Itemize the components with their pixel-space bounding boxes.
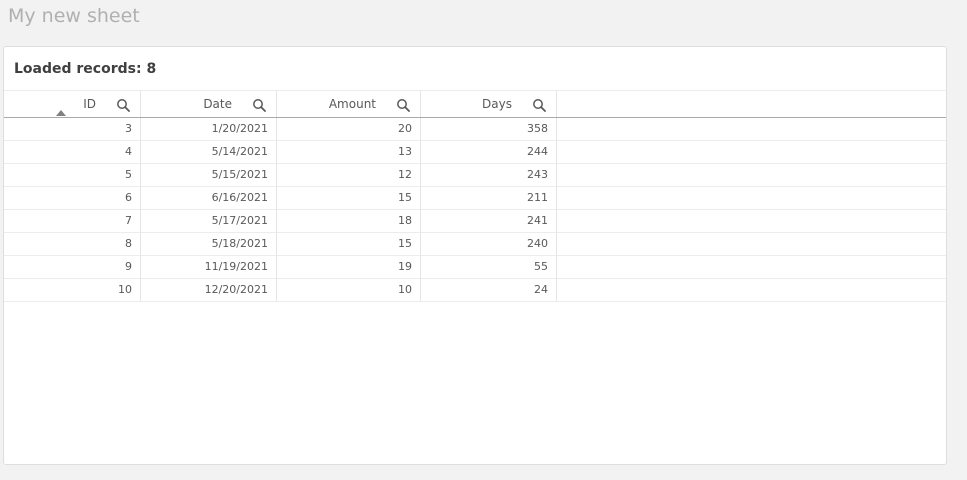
cell-value: 6/16/2021 [211,191,268,204]
sort-ascending-icon[interactable] [56,110,66,116]
search-icon[interactable] [396,98,410,112]
cell-value: 5/18/2021 [211,237,268,250]
cell-days: 24 [421,279,557,301]
cell-value: 1/20/2021 [211,122,268,135]
cell-value: 243 [527,168,548,181]
sheet-title: My new sheet [8,5,140,27]
cell-id: 6 [4,187,141,209]
cell-id: 3 [4,118,141,140]
column-header-date[interactable]: Date [141,91,277,117]
column-header-days[interactable]: Days [421,91,557,117]
cell-amount: 12 [277,164,421,186]
cell-value: 5 [125,168,132,181]
cell-amount: 15 [277,233,421,255]
cell-id: 4 [4,141,141,163]
cell-date: 5/14/2021 [141,141,277,163]
cell-value: 8 [125,237,132,250]
column-header-label: ID [83,97,96,111]
cell-value: 10 [118,283,132,296]
cell-days: 244 [421,141,557,163]
cell-value: 358 [527,122,548,135]
cell-date: 12/20/2021 [141,279,277,301]
cell-amount: 20 [277,118,421,140]
column-header-label: Days [482,97,512,111]
search-icon[interactable] [532,98,546,112]
cell-id: 5 [4,164,141,186]
table-row[interactable]: 8 5/18/2021 15 240 [4,233,946,256]
data-table: ID Date Amount Days 3 1/20/2021 20 358 4… [4,90,946,302]
cell-days: 358 [421,118,557,140]
table-card[interactable]: Loaded records: 8 ID Date Amount Days 3 … [3,46,947,465]
cell-days: 211 [421,187,557,209]
cell-days: 55 [421,256,557,278]
cell-value: 20 [398,122,412,135]
table-row[interactable]: 6 6/16/2021 15 211 [4,187,946,210]
cell-amount: 10 [277,279,421,301]
cell-days: 241 [421,210,557,232]
cell-value: 7 [125,214,132,227]
cell-date: 6/16/2021 [141,187,277,209]
cell-id: 8 [4,233,141,255]
cell-value: 24 [534,283,548,296]
cell-value: 9 [125,260,132,273]
column-header-id[interactable]: ID [4,91,141,117]
cell-amount: 13 [277,141,421,163]
column-header-label: Amount [328,97,376,111]
cell-value: 6 [125,191,132,204]
cell-value: 55 [534,260,548,273]
cell-date: 11/19/2021 [141,256,277,278]
cell-value: 13 [398,145,412,158]
cell-id: 9 [4,256,141,278]
cell-date: 5/18/2021 [141,233,277,255]
table-row[interactable]: 5 5/15/2021 12 243 [4,164,946,187]
cell-amount: 18 [277,210,421,232]
cell-value: 240 [527,237,548,250]
cell-date: 5/15/2021 [141,164,277,186]
cell-date: 1/20/2021 [141,118,277,140]
cell-value: 244 [527,145,548,158]
cell-value: 3 [125,122,132,135]
cell-value: 241 [527,214,548,227]
cell-value: 10 [398,283,412,296]
cell-amount: 19 [277,256,421,278]
cell-value: 4 [125,145,132,158]
cell-id: 10 [4,279,141,301]
cell-days: 240 [421,233,557,255]
cell-value: 15 [398,237,412,250]
cell-value: 5/14/2021 [211,145,268,158]
table-row[interactable]: 4 5/14/2021 13 244 [4,141,946,164]
card-title: Loaded records: 8 [14,61,157,77]
table-row[interactable]: 7 5/17/2021 18 241 [4,210,946,233]
table-row[interactable]: 10 12/20/2021 10 24 [4,279,946,302]
column-header-amount[interactable]: Amount [277,91,421,117]
cell-value: 12/20/2021 [204,283,268,296]
cell-value: 12 [398,168,412,181]
column-header-label: Date [203,97,232,111]
cell-amount: 15 [277,187,421,209]
search-icon[interactable] [252,98,266,112]
cell-value: 18 [398,214,412,227]
cell-value: 11/19/2021 [204,260,268,273]
cell-value: 211 [527,191,548,204]
cell-value: 19 [398,260,412,273]
table-header: ID Date Amount Days [4,90,946,118]
cell-days: 243 [421,164,557,186]
table-row[interactable]: 9 11/19/2021 19 55 [4,256,946,279]
cell-id: 7 [4,210,141,232]
cell-value: 5/17/2021 [211,214,268,227]
cell-value: 5/15/2021 [211,168,268,181]
cell-value: 15 [398,191,412,204]
search-icon[interactable] [116,98,130,112]
cell-date: 5/17/2021 [141,210,277,232]
table-row[interactable]: 3 1/20/2021 20 358 [4,118,946,141]
